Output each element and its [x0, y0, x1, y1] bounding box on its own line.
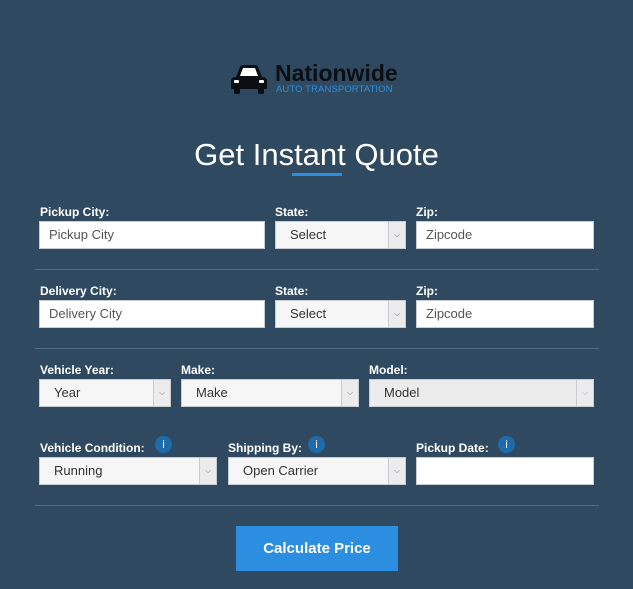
- vehicle-make-value: Make: [196, 385, 228, 400]
- delivery-state-value: Select: [290, 306, 327, 321]
- chevron-down-icon: ⌵: [576, 380, 593, 406]
- vehicle-make-select[interactable]: Make ⌵: [181, 379, 359, 407]
- vehicle-condition-label: Vehicle Condition:: [40, 441, 145, 455]
- info-icon[interactable]: i: [308, 436, 325, 453]
- info-icon[interactable]: i: [498, 436, 515, 453]
- pickup-city-label: Pickup City:: [40, 205, 110, 219]
- brand-name: Nationwide: [275, 60, 398, 86]
- pickup-state-label: State:: [275, 205, 309, 219]
- page-title: Get Instant Quote: [194, 137, 439, 172]
- vehicle-year-label: Vehicle Year:: [40, 363, 114, 377]
- shipping-by-label: Shipping By:: [228, 441, 302, 455]
- pickup-state-select[interactable]: Select ⌵: [275, 221, 406, 249]
- chevron-down-icon: ⌵: [153, 380, 170, 406]
- vehicle-make-label: Make:: [181, 363, 216, 377]
- vehicle-condition-select[interactable]: Running ⌵: [39, 457, 217, 485]
- shipping-by-value: Open Carrier: [243, 463, 319, 478]
- pickup-zip-input[interactable]: Zipcode: [416, 221, 594, 249]
- pickup-date-label: Pickup Date:: [416, 441, 489, 455]
- pickup-date-input[interactable]: [416, 457, 594, 485]
- vehicle-year-select[interactable]: Year ⌵: [39, 379, 171, 407]
- pickup-city-input[interactable]: Pickup City: [39, 221, 265, 249]
- brand-logo: Nationwide AUTO TRANSPORTATION: [229, 60, 409, 100]
- pickup-zip-label: Zip:: [416, 205, 438, 219]
- vehicle-model-select[interactable]: Model ⌵: [369, 379, 594, 407]
- vehicle-condition-value: Running: [54, 463, 103, 478]
- car-icon: [231, 65, 267, 94]
- shipping-by-select[interactable]: Open Carrier ⌵: [228, 457, 406, 485]
- vehicle-model-label: Model:: [369, 363, 408, 377]
- vehicle-year-value: Year: [54, 385, 81, 400]
- divider: [35, 505, 599, 506]
- chevron-down-icon: ⌵: [388, 222, 405, 248]
- vehicle-model-value: Model: [384, 385, 420, 400]
- delivery-zip-input[interactable]: Zipcode: [416, 300, 594, 328]
- delivery-city-label: Delivery City:: [40, 284, 117, 298]
- delivery-city-input[interactable]: Delivery City: [39, 300, 265, 328]
- divider: [35, 269, 599, 270]
- title-underline: [292, 173, 342, 176]
- delivery-state-label: State:: [275, 284, 309, 298]
- divider: [35, 348, 599, 349]
- calculate-price-button[interactable]: Calculate Price: [236, 526, 398, 571]
- delivery-zip-label: Zip:: [416, 284, 438, 298]
- brand-tagline: AUTO TRANSPORTATION: [276, 84, 393, 95]
- delivery-state-select[interactable]: Select ⌵: [275, 300, 406, 328]
- chevron-down-icon: ⌵: [388, 301, 405, 327]
- chevron-down-icon: ⌵: [341, 380, 358, 406]
- info-icon[interactable]: i: [155, 436, 172, 453]
- pickup-state-value: Select: [290, 227, 327, 242]
- chevron-down-icon: ⌵: [388, 458, 405, 484]
- chevron-down-icon: ⌵: [199, 458, 216, 484]
